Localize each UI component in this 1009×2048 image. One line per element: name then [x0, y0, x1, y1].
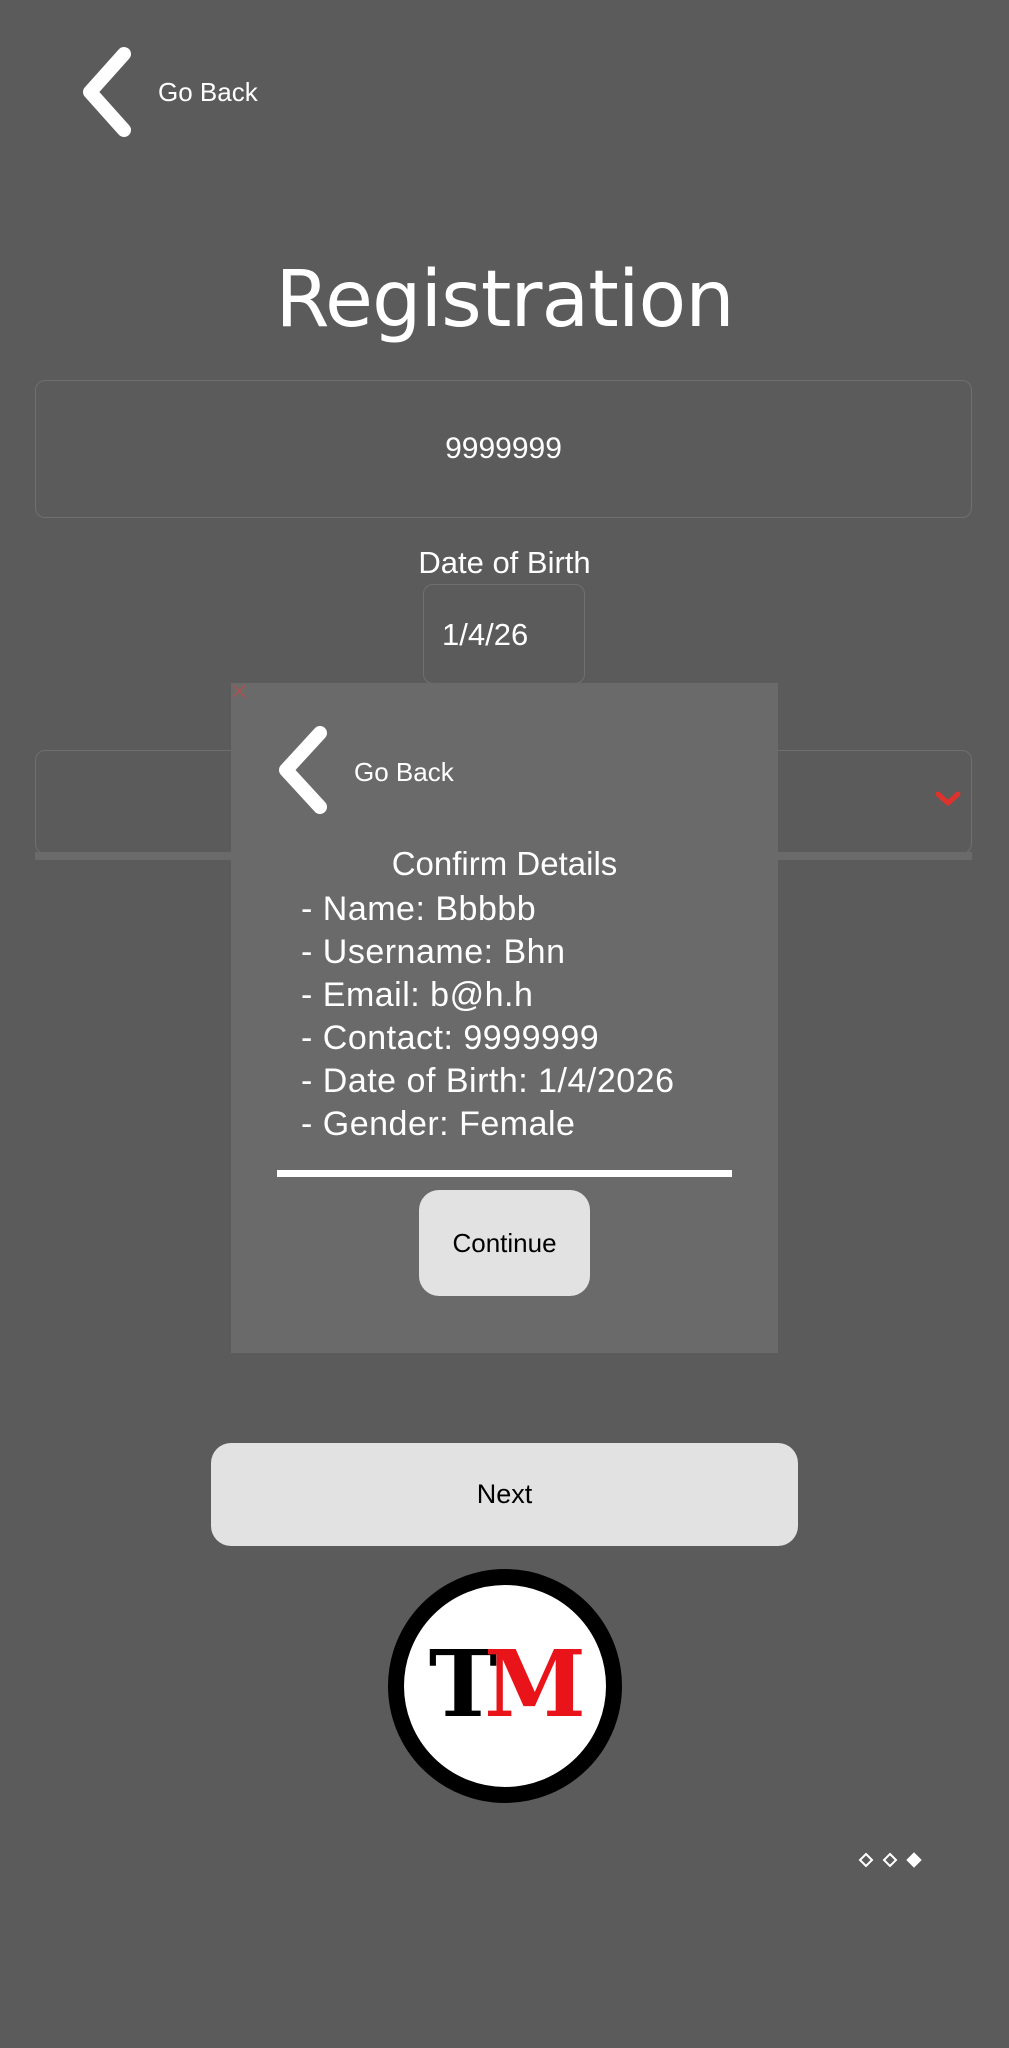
tm-logo: T M	[387, 1568, 623, 1804]
page-title: Registration	[275, 255, 734, 345]
detail-email: - Email: b@h.h	[301, 976, 534, 1014]
go-back-button[interactable]: Go Back	[80, 44, 258, 140]
chevron-left-icon	[276, 723, 332, 822]
detail-contact: - Contact: 9999999	[301, 1019, 600, 1057]
close-icon[interactable]	[231, 683, 247, 699]
detail-gender: - Gender: Female	[301, 1105, 576, 1143]
page-dot[interactable]	[858, 1852, 874, 1868]
modal-go-back-button[interactable]: Go Back	[276, 725, 454, 819]
dob-label: Date of Birth	[418, 545, 591, 580]
page-indicator	[858, 1852, 922, 1868]
dob-input[interactable]: 1/4/26	[423, 584, 585, 684]
chevron-left-icon	[80, 44, 136, 140]
confirm-details-title: Confirm Details	[391, 845, 618, 882]
detail-name: - Name: Bbbbb	[301, 890, 537, 928]
page-dot[interactable]	[882, 1852, 898, 1868]
page-dot-active[interactable]	[906, 1852, 922, 1868]
details-list: - Name: Bbbbb - Username: Bhn - Email: b…	[301, 888, 674, 1146]
go-back-label: Go Back	[158, 76, 258, 107]
detail-dob: - Date of Birth: 1/4/2026	[301, 1062, 675, 1100]
contact-input[interactable]: 9999999	[35, 380, 972, 518]
next-button[interactable]: Next	[211, 1443, 798, 1546]
divider	[277, 1170, 732, 1177]
modal-go-back-label: Go Back	[354, 756, 454, 787]
logo-letter-m: M	[484, 1630, 586, 1738]
detail-username: - Username: Bhn	[301, 933, 566, 971]
continue-button[interactable]: Continue	[419, 1190, 590, 1296]
chevron-down-icon[interactable]	[934, 790, 962, 813]
confirm-details-modal: Go Back Confirm Details - Name: Bbbbb - …	[231, 683, 778, 1353]
